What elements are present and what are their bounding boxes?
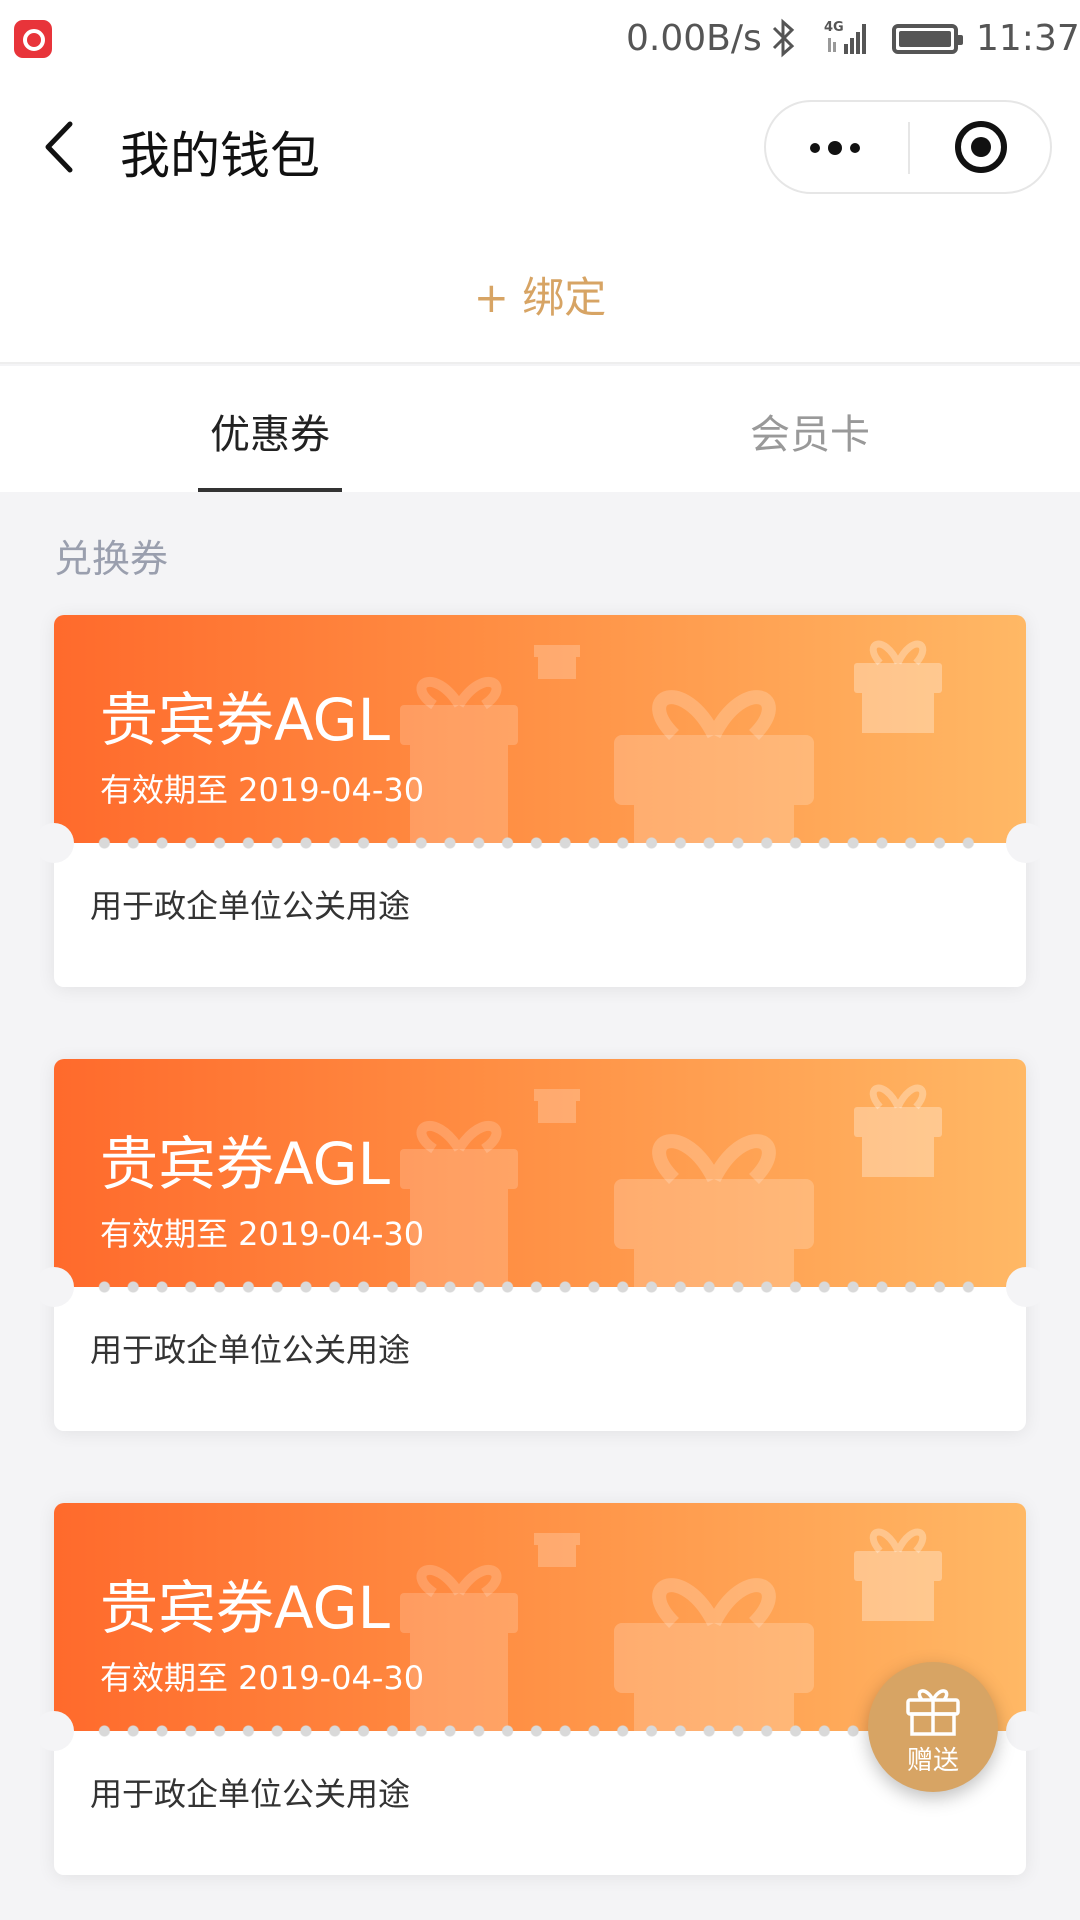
gift-decoration-icon (400, 1121, 518, 1287)
coupon-title: 贵宾券AGL (100, 1574, 390, 1642)
coupon-header: 贵宾券AGL 有效期至 2019-04-30 (54, 615, 1026, 843)
gift-decoration-icon (534, 1533, 580, 1567)
gift-decoration-icon (614, 1578, 814, 1731)
status-bar: 0.00B/s 4G 11:37 (0, 0, 1080, 78)
tab-member-cards[interactable]: 会员卡 (540, 402, 1080, 460)
mini-program-capsule (764, 100, 1052, 194)
status-time: 11:37 (976, 18, 1080, 59)
coupon-title: 贵宾券AGL (100, 1130, 390, 1198)
coupon-notch (1006, 823, 1046, 863)
coupon-expiry: 有效期至 2019-04-30 (100, 771, 425, 809)
bluetooth-icon (768, 18, 798, 67)
bind-row: + 绑定 (0, 218, 1080, 364)
gift-button-label: 赠送 (906, 1746, 959, 1776)
gift-decoration-icon (614, 1134, 814, 1287)
coupon-description: 用于政企单位公关用途 (90, 1775, 411, 1813)
gift-decoration-icon (534, 1089, 580, 1123)
more-dots-icon[interactable] (766, 102, 908, 192)
nav-bar: 我的钱包 (0, 78, 1080, 218)
coupon-card[interactable]: 贵宾券AGL 有效期至 2019-04-30 用于政企单位公关用途 (34, 615, 1046, 987)
coupon-notch (34, 1267, 74, 1307)
tab-active-indicator (198, 488, 342, 492)
coupon-card[interactable]: 贵宾券AGL 有效期至 2019-04-30 用于政企单位公关用途 (34, 1059, 1046, 1431)
gift-decoration-icon (854, 1528, 942, 1621)
signal-label: 4G (824, 20, 844, 35)
record-circle-icon[interactable] (910, 102, 1052, 192)
gift-decoration-icon (534, 645, 580, 679)
tab-bar: 优惠券 会员卡 (0, 366, 1080, 492)
coupon-perforation (90, 1281, 990, 1293)
bind-button[interactable]: + 绑定 (0, 264, 1080, 325)
coupon-notch (1006, 1267, 1046, 1307)
coupon-perforation (90, 1725, 990, 1737)
gift-decoration-icon (854, 1084, 942, 1177)
network-speed: 0.00B/s (626, 18, 762, 59)
coupon-perforation (90, 837, 990, 849)
gift-decoration-icon (854, 640, 942, 733)
coupon-notch (34, 1711, 74, 1751)
chevron-left-icon[interactable] (38, 118, 78, 180)
coupon-description: 用于政企单位公关用途 (90, 887, 411, 925)
coupon-header: 贵宾券AGL 有效期至 2019-04-30 (54, 1059, 1026, 1287)
coupon-body: 用于政企单位公关用途 (54, 843, 1026, 987)
gift-decoration-icon (400, 677, 518, 843)
coupon-expiry: 有效期至 2019-04-30 (100, 1215, 425, 1253)
gift-send-button[interactable]: 赠送 (868, 1662, 998, 1792)
gift-icon (906, 1689, 960, 1736)
gift-decoration-icon (614, 690, 814, 843)
page-title: 我的钱包 (120, 127, 320, 185)
battery-icon (892, 24, 963, 54)
coupon-expiry: 有效期至 2019-04-30 (100, 1659, 425, 1697)
coupon-notch (1006, 1711, 1046, 1751)
signal-4g-icon: 4G (822, 18, 866, 62)
coupon-notch (34, 823, 74, 863)
coupon-title: 贵宾券AGL (100, 686, 390, 754)
section-label: 兑换券 (54, 537, 169, 581)
tab-coupons[interactable]: 优惠券 (0, 402, 540, 460)
coupon-description: 用于政企单位公关用途 (90, 1331, 411, 1369)
netease-music-icon (14, 20, 52, 58)
gift-decoration-icon (400, 1565, 518, 1731)
coupon-body: 用于政企单位公关用途 (54, 1287, 1026, 1431)
